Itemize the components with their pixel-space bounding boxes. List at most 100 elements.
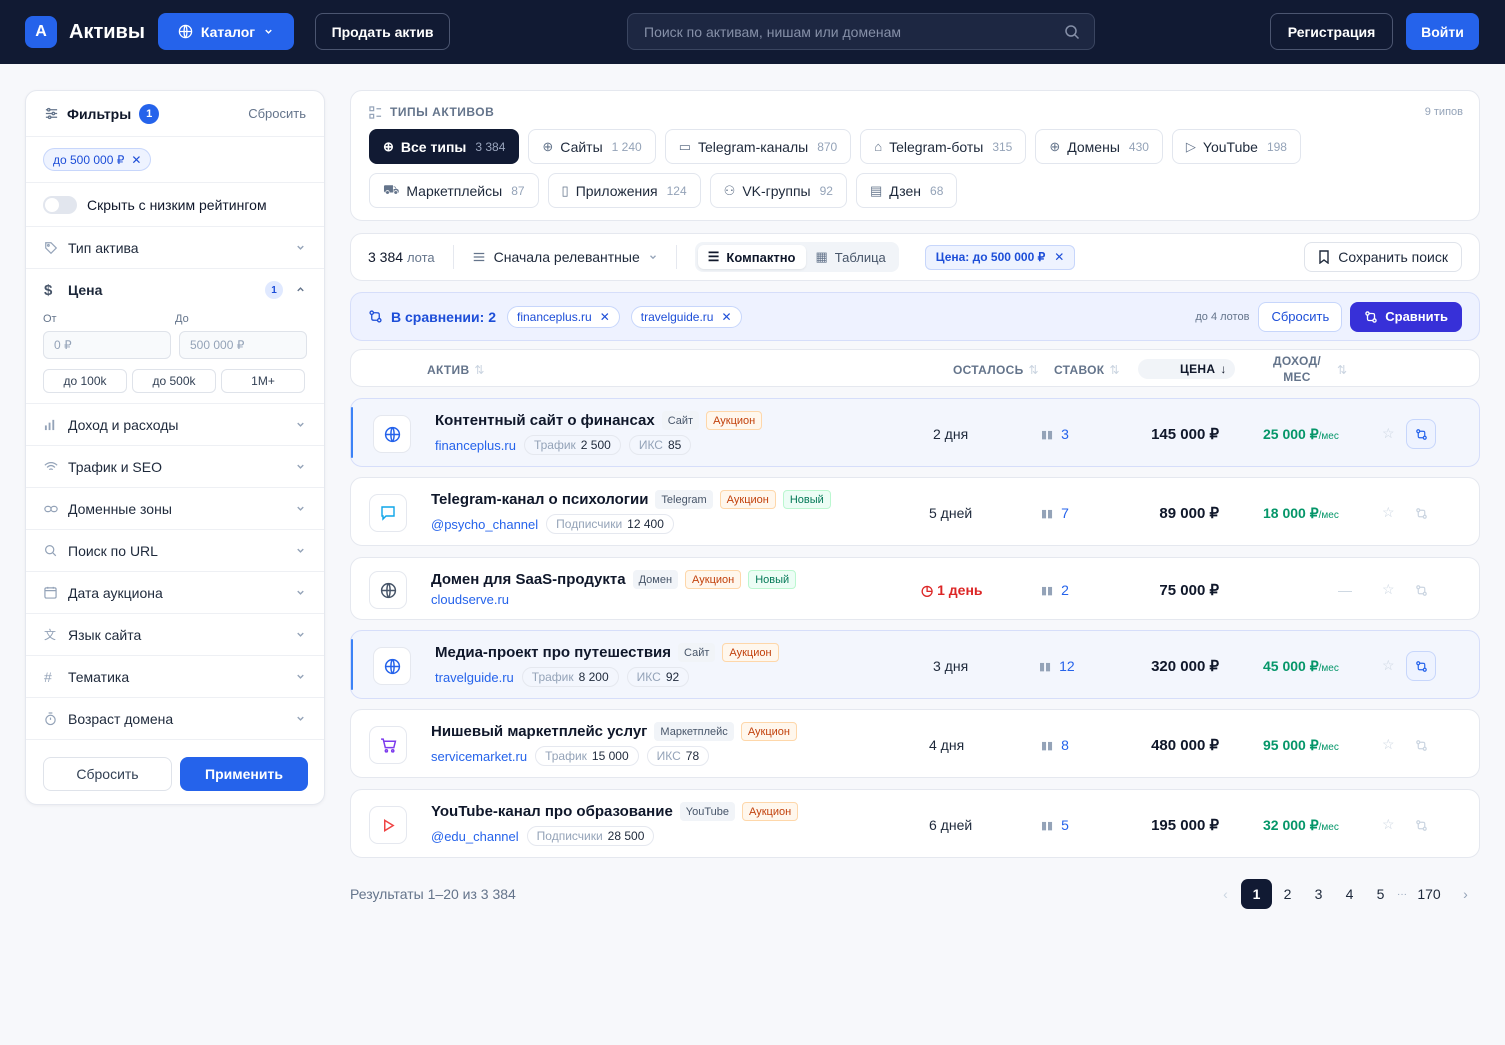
close-icon[interactable]: ✕ bbox=[721, 310, 731, 324]
low-rating-toggle[interactable] bbox=[43, 195, 77, 214]
filters-reset-button[interactable]: Сбросить bbox=[43, 757, 172, 791]
asset-link[interactable]: cloudserve.ru bbox=[431, 592, 509, 607]
prev-page-icon[interactable]: ‹ bbox=[1210, 879, 1241, 909]
filter-section[interactable]: Возраст домена bbox=[26, 698, 324, 740]
asset-link[interactable]: @edu_channel bbox=[431, 829, 519, 844]
asset-title[interactable]: YouTube-канал про образование bbox=[431, 803, 673, 820]
quick-price-1m[interactable]: 1M+ bbox=[221, 369, 305, 393]
star-icon[interactable]: ☆ bbox=[1382, 504, 1395, 521]
price-from-input[interactable]: 0 ₽ bbox=[43, 331, 171, 359]
page-170[interactable]: 170 bbox=[1408, 879, 1450, 909]
filter-asset-type[interactable]: Тип актива bbox=[26, 227, 324, 269]
filter-section[interactable]: 文 Язык сайта bbox=[26, 614, 324, 656]
page-5[interactable]: 5 bbox=[1365, 879, 1396, 909]
asset-type-chip[interactable]: ⊕ Домены 430 bbox=[1035, 129, 1163, 164]
asset-title[interactable]: Telegram-канал о психологии bbox=[431, 491, 648, 508]
compare-toggle-icon[interactable] bbox=[1406, 419, 1436, 449]
asset-link[interactable]: financeplus.ru bbox=[435, 438, 516, 453]
asset-row[interactable]: Нишевый маркетплейс услуг Маркетплейс Аук… bbox=[350, 709, 1480, 778]
star-icon[interactable]: ☆ bbox=[1382, 816, 1395, 833]
asset-type-chip[interactable]: ▤ Дзен 68 bbox=[855, 173, 958, 208]
asset-type-chip[interactable]: ⌂ Telegram-боты 315 bbox=[860, 129, 1027, 164]
price-to-input[interactable]: 500 000 ₽ bbox=[179, 331, 307, 359]
asset-row[interactable]: Telegram-канал о психологии Telegram Аукц… bbox=[350, 477, 1480, 546]
page-1[interactable]: 1 bbox=[1241, 879, 1272, 909]
sell-asset-button[interactable]: Продать актив bbox=[315, 13, 450, 50]
asset-row[interactable]: YouTube-канал про образование YouTube Аук… bbox=[350, 789, 1480, 858]
register-button[interactable]: Регистрация bbox=[1270, 13, 1393, 50]
compare-toggle-icon[interactable] bbox=[1406, 810, 1436, 840]
asset-link[interactable]: travelguide.ru bbox=[435, 670, 514, 685]
sort-dropdown[interactable]: Сначала релевантные bbox=[472, 249, 658, 265]
login-button[interactable]: Войти bbox=[1406, 13, 1479, 50]
close-icon[interactable]: ✕ bbox=[131, 153, 141, 167]
compare-button[interactable]: Сравнить bbox=[1350, 301, 1462, 332]
asset-type-chip[interactable]: ▯ Приложения 124 bbox=[547, 173, 701, 208]
asset-type-chip[interactable]: ⛟ Маркетплейсы 87 bbox=[369, 173, 539, 208]
asset-type-chip[interactable]: ⚇ VK-группы 92 bbox=[709, 173, 847, 208]
income-value: 25 000 ₽/мес bbox=[1263, 426, 1339, 442]
compare-chip[interactable]: travelguide.ru ✕ bbox=[630, 305, 742, 328]
star-icon[interactable]: ☆ bbox=[1382, 581, 1395, 598]
compare-reset-button[interactable]: Сбросить bbox=[1258, 301, 1343, 332]
filters-apply-button[interactable]: Применить bbox=[180, 757, 308, 791]
filter-section[interactable]: Поиск по URL bbox=[26, 530, 324, 572]
save-search-button[interactable]: Сохранить поиск bbox=[1304, 242, 1462, 272]
compare-toggle-icon[interactable] bbox=[1406, 575, 1436, 605]
asset-type-chip[interactable]: ▭ Telegram-каналы 870 bbox=[664, 129, 852, 164]
compare-toggle-icon[interactable] bbox=[1406, 730, 1436, 760]
col-price[interactable]: ЦЕНА ↓ bbox=[1138, 359, 1235, 379]
asset-type-chip[interactable]: ⊕ Сайты 1 240 bbox=[528, 129, 656, 164]
compare-bar: В сравнении: 2 financeplus.ru ✕ travelgui… bbox=[350, 292, 1480, 341]
view-table-button[interactable]: ▦ Таблица bbox=[806, 245, 896, 269]
quick-price-100k[interactable]: до 100k bbox=[43, 369, 127, 393]
compare-chip[interactable]: financeplus.ru ✕ bbox=[506, 305, 620, 328]
asset-title[interactable]: Нишевый маркетплейс услуг bbox=[431, 723, 647, 740]
active-filter-chip[interactable]: до 500 000 ₽ ✕ bbox=[43, 148, 152, 171]
search-input[interactable]: Поиск по активам, нишам или доменам bbox=[627, 13, 1095, 50]
catalog-button[interactable]: Каталог bbox=[158, 13, 294, 50]
income-value: 32 000 ₽/мес bbox=[1263, 817, 1339, 833]
asset-title[interactable]: Домен для SaaS-продукта bbox=[431, 571, 626, 588]
asset-link[interactable]: @psycho_channel bbox=[431, 517, 538, 532]
compare-toggle-icon[interactable] bbox=[1406, 498, 1436, 528]
logo[interactable]: А bbox=[25, 16, 57, 48]
brand-name[interactable]: Активы bbox=[69, 21, 145, 44]
col-left[interactable]: ОСТАЛОСЬ ⇅ bbox=[953, 363, 1039, 377]
asset-title[interactable]: Медиа-проект про путешествия bbox=[435, 644, 671, 661]
asset-row[interactable]: Медиа-проект про путешествия Сайт Аукцион… bbox=[350, 630, 1480, 699]
close-icon[interactable]: ✕ bbox=[1054, 250, 1064, 264]
next-page-icon[interactable]: › bbox=[1450, 879, 1481, 909]
asset-row[interactable]: Домен для SaaS-продукта Домен Аукцион Новы… bbox=[350, 557, 1480, 620]
close-icon[interactable]: ✕ bbox=[600, 310, 610, 324]
star-icon[interactable]: ☆ bbox=[1382, 736, 1395, 753]
asset-type-chip[interactable]: ⊕ Все типы 3 384 bbox=[369, 129, 520, 164]
col-asset[interactable]: АКТИВ ⇅ bbox=[427, 363, 485, 377]
compare-toggle-icon[interactable] bbox=[1406, 651, 1436, 681]
col-bids[interactable]: СТАВОК ⇅ bbox=[1054, 363, 1120, 377]
page-3[interactable]: 3 bbox=[1303, 879, 1334, 909]
search-icon[interactable] bbox=[1064, 24, 1080, 40]
star-icon[interactable]: ☆ bbox=[1382, 657, 1395, 674]
price-filter-chip[interactable]: Цена: до 500 000 ₽ ✕ bbox=[924, 244, 1076, 270]
filter-section[interactable]: # Тематика bbox=[26, 656, 324, 698]
asset-title[interactable]: Контентный сайт о финансах bbox=[435, 412, 655, 429]
filters-panel: Фильтры 1 Сбросить до 500 000 ₽ ✕ Скрыть… bbox=[25, 90, 325, 805]
asset-link[interactable]: servicemarket.ru bbox=[431, 749, 527, 764]
filter-section[interactable]: Доменные зоны bbox=[26, 488, 324, 530]
filter-section[interactable]: Трафик и SEO bbox=[26, 446, 324, 488]
star-icon[interactable]: ☆ bbox=[1382, 425, 1395, 442]
filter-section-label: Доменные зоны bbox=[68, 500, 172, 517]
filter-section-label: Доход и расходы bbox=[68, 416, 179, 433]
page-4[interactable]: 4 bbox=[1334, 879, 1365, 909]
filter-section[interactable]: Дата аукциона bbox=[26, 572, 324, 614]
page-2[interactable]: 2 bbox=[1272, 879, 1303, 909]
col-income[interactable]: ДОХОД/МЕС bbox=[1273, 354, 1321, 384]
asset-row[interactable]: Контентный сайт о финансах Сайт Аукцион f… bbox=[350, 398, 1480, 467]
filter-section[interactable]: Доход и расходы bbox=[26, 404, 324, 446]
quick-price-500k[interactable]: до 500k bbox=[132, 369, 216, 393]
asset-type-chip[interactable]: ▷ YouTube 198 bbox=[1171, 129, 1301, 164]
filters-reset-link[interactable]: Сбросить bbox=[248, 106, 306, 121]
view-compact-button[interactable]: ☰ Компактно bbox=[697, 245, 806, 269]
filter-price[interactable]: $ Цена 1 bbox=[26, 269, 324, 311]
